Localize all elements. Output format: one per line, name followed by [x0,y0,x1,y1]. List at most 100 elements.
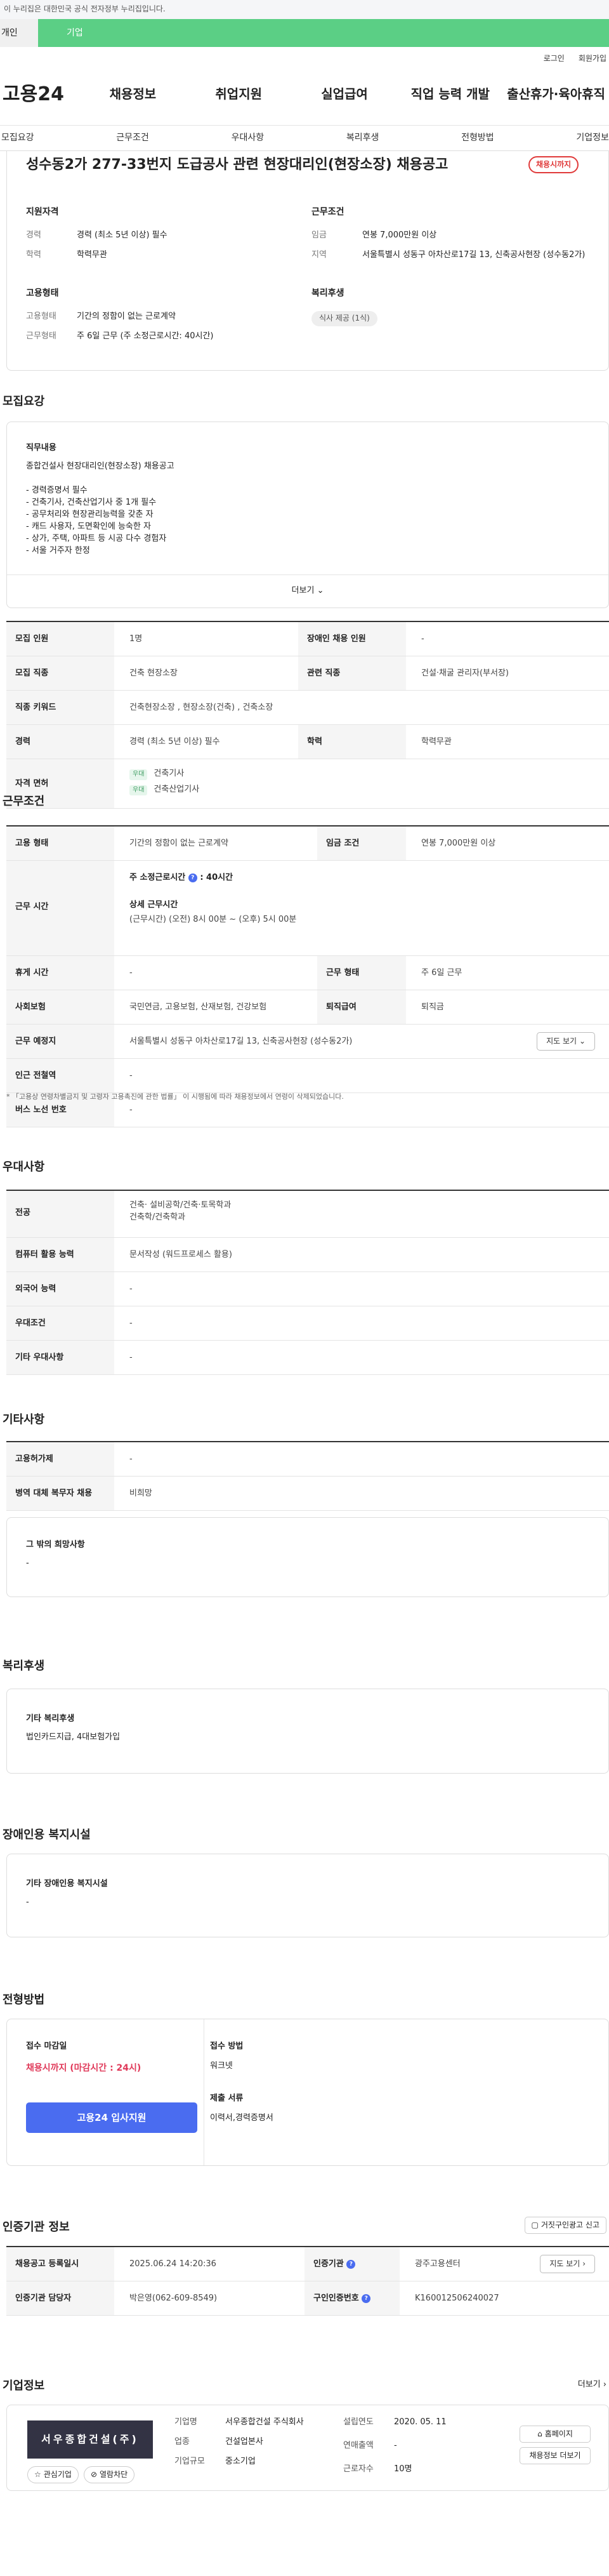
job-desc-line: - 건축기사, 건축산업기사 중 1개 필수 [26,497,157,507]
table-row: 외국어 능력 - [6,1272,609,1306]
signup-link[interactable]: 회원가입 [579,53,606,63]
job-desc-heading: 직무내용 [26,443,56,453]
docs-value: 이력서,경력증명서 [210,2113,273,2123]
summary-key: 고용형태 [26,312,56,322]
document-icon: ▢ [531,2221,539,2229]
homepage-label: 홈페이지 [544,2429,573,2438]
table-key: 모집 인원 [6,622,114,656]
table-value: 건설·채굴 관리자(부서장) [421,668,509,678]
star-icon: ☆ [34,2470,41,2479]
cert-section: 인증기관 정보 ▢ 거짓구인광고 신고 채용공고 등록일시 2025.06.24 1… [0,2174,609,2334]
portal-tabs: 개인 기업 [0,19,609,47]
table-value: - [129,1353,133,1362]
table-value: K160012506240027 [415,2294,499,2303]
report-button[interactable]: ▢ 거짓구인광고 신고 [524,2217,606,2234]
anchor-pref[interactable]: 우대사항 [232,131,265,144]
table-key: 병역 대체 복무자 채용 [6,1477,114,1510]
table-key: 고용허가제 [6,1442,114,1476]
disabled-heading: 기타 장애인용 복지시설 [26,1879,108,1889]
gov-banner: 이 누리집은 대한민국 공식 전자정부 누리집입니다. [0,0,609,19]
summary-emp: 고용형태 고용형태 기간의 정함이 없는 근로계약 근무형태 주 6일 근무 (주 … [26,287,292,350]
other-wish-box: 그 밖의 희망사항 - [6,1517,609,1597]
info-icon[interactable]: ? [346,2259,356,2269]
gnb-item-jobs[interactable]: 채용정보 [80,85,186,103]
summary-key: 임금 [311,230,327,241]
job-title: 성수동2가 277-33번지 도급공사 관련 현장대리인(현장소장) 채용공고 [26,157,449,173]
company-value: 서우종합건설 주식회사 [225,2417,304,2427]
summary-cond-heading: 근무조건 [311,207,344,217]
home-icon: ⌂ [537,2429,542,2438]
company-value: 10명 [394,2464,412,2474]
job-desc-line [26,473,589,485]
method-heading: 접수 방법 [210,2042,244,2051]
table-row: 병역 대체 복무자 채용 비희망 [6,1477,609,1511]
etc-table: 고용허가제 - 병역 대체 복무자 채용 비희망 [6,1441,609,1511]
company-more-label: 더보기 [577,2380,601,2389]
pref-section: 우대사항 전공 건축· 설비공학/건축·토목학과 건축학/건축학과 컴퓨터 활용 … [0,1110,609,1389]
table-value: 2025.06.24 14:20:36 [129,2259,216,2269]
util-links: 로그인 회원가입 [0,47,609,63]
interest-button[interactable]: ☆ 관심기업 [27,2466,79,2484]
benefit-heading: 기타 복리후생 [26,1714,75,1723]
anchor-recruit[interactable]: 모집요강 [1,131,34,144]
table-row: 컴퓨터 활용 능력 문서작성 (워드프로세스 활용) [6,1238,609,1272]
summary-cond: 근무조건 임금 연봉 7,000만원 이상 지역 서울특별시 성동구 아차산로17길… [311,206,597,269]
global-nav: 고용24 채용정보 취업지원 실업급여 직업 능력 개발 출산휴가·육아휴직 [0,63,609,126]
section-title-etc: 기타사항 [3,1413,45,1426]
apply-button[interactable]: 고용24 입사지원 [26,2102,197,2134]
benefit-value: 법인카드지급, 4대보험가입 [26,1732,121,1742]
anchor-selection[interactable]: 전형방법 [461,131,494,144]
table-key: 외국어 능력 [6,1272,114,1306]
summary-value: 기간의 정함이 없는 근로계약 [77,312,176,322]
table-row: 근무 시간 주 소정근로시간 ? : 40시간 상세 근무시간 (근무시간) (… [6,861,609,956]
info-icon[interactable]: ? [188,873,197,882]
map-button[interactable]: 지도 보기 ⌄ [537,1032,595,1051]
company-more-link[interactable]: 더보기 › [578,2379,606,2391]
table-key: 직종 키워드 [6,691,114,724]
summary-key: 학력 [26,250,41,260]
anchor-company[interactable]: 기업정보 [576,131,609,144]
block-button[interactable]: ⊘ 열람차단 [83,2466,135,2484]
age-note: * 「고용상 연령차별금지 및 고령자 고용촉진에 관한 법률」 이 시행됨에 … [6,1092,344,1101]
anchor-benefit[interactable]: 복리후생 [346,131,379,144]
cert-table: 채용공고 등록일시 2025.06.24 14:20:36 인증기관 ? 광주고용… [6,2246,609,2316]
table-key: 퇴직급여 [317,990,406,1024]
homepage-button[interactable]: ⌂ 홈페이지 [520,2426,591,2443]
table-value: - [129,968,133,978]
table-row: 직종 키워드 건축현장소장 , 현장소장(건축) , 건축소장 [6,691,609,725]
recruit-section: 모집요강 직무내용 종합건설사 현장대리인(현장소장) 채용공고 - 경력증명서 … [0,371,609,809]
login-link[interactable]: 로그인 [544,53,565,63]
disabled-section: 장애인용 복지시설 기타 장애인용 복지시설 - [0,1775,609,1940]
gnb-item-employment-support[interactable]: 취업지원 [186,85,292,103]
cert-map-label: 지도 보기 [549,2259,580,2268]
gnb-item-leave[interactable]: 출산휴가·육아휴직 [503,85,609,103]
anchor-work[interactable]: 근무조건 [116,131,149,144]
table-value: - [421,634,424,644]
table-row: 기타 우대사항 - [6,1341,609,1375]
selection-section: 전형방법 접수 마감일 채용시까지 (마감시간 : 24시) 고용24 입사지원… [0,1940,609,2174]
report-button-label: 거짓구인광고 신고 [540,2221,599,2229]
site-logo[interactable]: 고용24 [0,81,80,109]
company-fields: 기업명 서우종합건설 주식회사 업종 건설업본사 기업규모 중소기업 [174,2417,333,2468]
more-button[interactable]: 더보기 ⌄ [7,574,608,597]
company-jobs-button[interactable]: 채용정보 더보기 [520,2447,591,2465]
tab-personal[interactable]: 개인 [0,19,38,47]
table-row: 인증기관 담당자 박은영(062-609-8549) 구인인증번호 ? K1600… [6,2281,609,2316]
time-detail-heading: 상세 근무시간 [129,900,178,910]
gnb-item-unemployment[interactable]: 실업급여 [292,85,398,103]
job-desc-line: - 서울 거주자 한정 [26,545,90,555]
company-section: 기업정보 더보기 › 서우종합건설(주) ☆ 관심기업 ⊘ 열람차단 기업명 서우종합… [0,2334,609,2492]
summary-emp-heading: 고용형태 [26,288,59,298]
info-icon[interactable]: ? [362,2294,371,2303]
table-row: 우대조건 - [6,1306,609,1341]
section-title-recruit: 모집요강 [3,395,45,408]
summary-value: 경력 (최소 5년 이상) 필수 [77,230,167,241]
table-key: 관련 직종 [298,656,406,690]
company-value: 중소기업 [225,2456,256,2466]
table-key: 전공 [6,1191,114,1237]
benefit-box: 기타 복리후생 법인카드지급, 4대보험가입 [6,1689,609,1774]
tab-company[interactable]: 기업 [38,19,609,47]
summary-value: 학력무관 [77,250,107,260]
cert-map-button[interactable]: 지도 보기 › [540,2255,595,2274]
gnb-item-training[interactable]: 직업 능력 개발 [397,85,503,103]
